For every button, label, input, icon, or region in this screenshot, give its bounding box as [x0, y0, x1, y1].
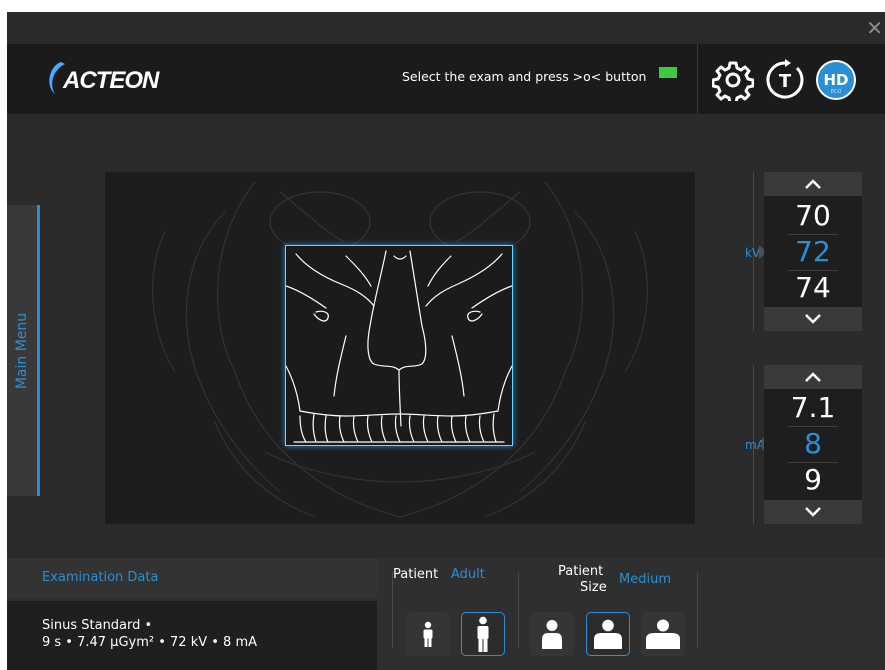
- kv-next-value[interactable]: 74: [764, 272, 862, 304]
- patient-type-label: Patient: [393, 567, 439, 582]
- main-menu-tab[interactable]: Main Menu: [7, 205, 40, 496]
- ma-down-button[interactable]: [764, 500, 862, 524]
- adult-figure-icon: [477, 616, 489, 652]
- timer-t-icon[interactable]: T: [764, 59, 806, 101]
- patient-type-value: Adult: [451, 567, 485, 582]
- kv-unit-label: kV: [745, 246, 761, 260]
- exam-data-header: Examination Data: [7, 558, 377, 598]
- patient-size-large-button[interactable]: [641, 612, 685, 656]
- ma-control: 7.1 8 9: [764, 365, 862, 524]
- bottom-divider-3: [697, 572, 698, 648]
- exam-data-details: Sinus Standard • 9 s • 7.47 μGym² • 72 k…: [7, 601, 377, 670]
- hd-label: HD: [823, 71, 848, 89]
- t-label: T: [779, 71, 792, 92]
- patient-size-medium-button[interactable]: [586, 612, 630, 656]
- ma-next-value[interactable]: 9: [764, 464, 862, 496]
- kv-control: 70 72 74: [764, 172, 862, 331]
- header-divider: [697, 44, 698, 114]
- exam-data-title: Examination Data: [42, 570, 159, 585]
- medium-patient-icon: [594, 619, 622, 649]
- patient-adult-button[interactable]: [461, 612, 505, 656]
- patient-size-label-1: Patient: [558, 564, 604, 579]
- logo-text: ACTEON: [62, 67, 160, 94]
- app-window: ✕ ACTEON Select the exam and press >o< b…: [7, 12, 885, 670]
- kv-down-button[interactable]: [764, 307, 862, 331]
- bottom-panel: Examination Data Sinus Standard • 9 s • …: [7, 558, 885, 670]
- child-figure-icon: [423, 621, 433, 647]
- ma-current-value: 8: [804, 427, 822, 460]
- small-patient-icon: [542, 620, 562, 649]
- kv-current-value: 72: [795, 235, 831, 268]
- acteon-logo: ACTEON: [49, 62, 161, 94]
- gear-icon[interactable]: [712, 59, 754, 101]
- instruction-text: Select the exam and press >o< button: [402, 69, 647, 84]
- chevron-down-icon: [805, 507, 821, 517]
- header-bar: ACTEON Select the exam and press >o< but…: [7, 44, 885, 114]
- skull-sinus-drawing: [286, 250, 512, 443]
- chevron-down-icon: [805, 314, 821, 324]
- large-patient-icon: [646, 619, 680, 649]
- ma-prev-value[interactable]: 7.1: [764, 392, 862, 424]
- patient-child-button[interactable]: [406, 612, 450, 656]
- hd-icon[interactable]: HD ECO: [815, 59, 857, 101]
- patient-size-small-button[interactable]: [530, 612, 574, 656]
- image-viewer: [105, 172, 695, 524]
- bottom-divider-2: [518, 572, 519, 648]
- status-indicator: [659, 67, 677, 78]
- close-icon[interactable]: ✕: [866, 18, 883, 38]
- hd-sub-label: ECO: [831, 89, 842, 95]
- exam-parameters: 9 s • 7.47 μGym² • 72 kV • 8 mA: [42, 635, 258, 650]
- title-bar: ✕: [7, 12, 885, 44]
- exam-name: Sinus Standard •: [42, 618, 153, 633]
- exam-region-selection[interactable]: [285, 245, 513, 446]
- patient-size-label-2: Size: [580, 580, 607, 595]
- kv-up-button[interactable]: [764, 172, 862, 196]
- patient-size-value: Medium: [619, 572, 671, 587]
- ma-up-button[interactable]: [764, 365, 862, 389]
- chevron-up-icon: [805, 179, 821, 189]
- chevron-up-icon: [805, 372, 821, 382]
- bottom-divider-1: [392, 572, 393, 648]
- main-menu-label: Main Menu: [14, 312, 30, 389]
- kv-prev-value[interactable]: 70: [764, 200, 862, 232]
